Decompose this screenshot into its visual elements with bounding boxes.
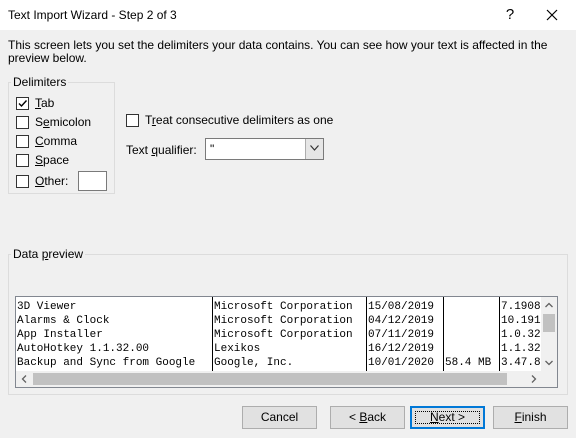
table-row: Alarms & Clock Microsoft Corporation 04/… [16,314,542,328]
next-button[interactable]: Next > [410,406,485,429]
cell-version: 7.1908 [501,301,541,313]
back-button[interactable]: < Back [330,406,405,429]
window-title: Text Import Wizard - Step 2 of 3 [8,8,177,22]
tab-checkbox-box[interactable] [16,96,29,110]
cell-publisher: Lexikos [214,343,261,355]
comma-label: Comma [35,134,78,148]
space-checkbox-box[interactable] [16,153,29,167]
consecutive-label: Treat consecutive delimiters as one [145,113,334,127]
scrollbar-corner [541,371,557,387]
cell-size [444,300,499,314]
semicolon-checkbox[interactable]: Semicolon [16,114,91,130]
text-qualifier-dropdown-button[interactable] [305,139,323,159]
close-button[interactable] [538,4,566,26]
horizontal-scroll-thumb[interactable] [33,373,507,385]
data-preview-grid[interactable]: 3D Viewer Microsoft Corporation 15/08/20… [15,296,558,388]
comma-checkbox[interactable]: Comma [16,133,77,149]
text-qualifier-value: " [210,142,215,156]
cell-name: Alarms & Clock [17,315,110,327]
other-delimiter-input[interactable] [78,171,107,191]
intro-text: This screen lets you set the delimiters … [8,38,548,65]
vertical-scrollbar[interactable] [541,297,557,371]
cell-date: 04/12/2019 [368,315,435,327]
cell-date: 15/08/2019 [368,301,435,313]
table-row: App Installer Microsoft Corporation 07/1… [16,328,542,342]
space-checkbox[interactable]: Space [16,152,69,168]
horizontal-scrollbar[interactable] [16,371,542,387]
cell-version: 10.191 [501,315,541,327]
cell-size [444,314,499,328]
cell-date: 10/01/2020 [368,357,435,369]
cell-version: 1.1.32 [501,343,541,355]
cancel-button[interactable]: Cancel [242,406,317,429]
cell-date: 07/11/2019 [368,329,435,341]
consecutive-delimiters-checkbox[interactable]: Treat consecutive delimiters as one [126,112,333,128]
column-separator [499,297,500,371]
other-label: Other: [35,174,69,188]
table-row: 3D Viewer Microsoft Corporation 15/08/20… [16,300,542,314]
vertical-scroll-thumb[interactable] [543,314,555,332]
focus-ring [415,411,480,424]
cell-name: Backup and Sync from Google [17,357,196,369]
comma-checkbox-box[interactable] [16,134,29,148]
text-qualifier-label: Text qualifier: [126,143,197,157]
cell-name: AutoHotkey 1.1.32.00 [17,343,150,355]
preview-table: 3D Viewer Microsoft Corporation 15/08/20… [16,297,542,371]
other-checkbox-box[interactable] [16,174,29,188]
column-separator [366,297,367,371]
other-checkbox[interactable]: Other: [16,173,68,189]
scroll-down-icon[interactable] [541,356,557,370]
scroll-up-icon[interactable] [541,298,557,312]
title-bar: Text Import Wizard - Step 2 of 3 ? [0,0,576,30]
cell-date: 16/12/2019 [368,343,435,355]
text-qualifier-select[interactable]: " [205,138,324,160]
tab-label-rest: ab [41,96,55,110]
cell-size [444,342,499,356]
data-preview-title: Data preview [11,247,86,261]
cell-size [444,328,499,342]
consecutive-checkbox-box[interactable] [126,113,139,127]
cell-publisher: Microsoft Corporation [214,301,353,313]
scroll-left-icon[interactable] [17,371,31,387]
tab-label: Tab [35,96,55,110]
finish-button[interactable]: Finish [493,406,568,429]
table-row: Backup and Sync from Google Google, Inc.… [16,356,542,370]
cell-publisher: Google, Inc. [214,357,294,369]
semicolon-label: Semicolon [35,115,92,129]
chevron-down-icon [310,145,319,151]
delimiters-group-title: Delimiters [11,75,69,89]
help-button[interactable]: ? [500,4,520,26]
space-label: Space [35,153,70,167]
cell-version: 3.47.8 [501,357,541,369]
cell-name: App Installer [17,329,103,341]
column-separator [443,297,444,371]
cell-size: 58.4 MB [445,357,492,369]
tab-checkbox[interactable]: Tab [16,95,54,111]
column-separator [212,297,213,371]
checkmark-icon [18,99,28,107]
cell-name: 3D Viewer [17,301,77,313]
semicolon-checkbox-box[interactable] [16,115,29,129]
cell-publisher: Microsoft Corporation [214,329,353,341]
cell-version: 1.0.32 [501,329,541,341]
cell-publisher: Microsoft Corporation [214,315,353,327]
table-row: AutoHotkey 1.1.32.00 Lexikos 16/12/2019 … [16,342,542,356]
scroll-right-icon[interactable] [527,371,541,387]
close-icon [546,9,558,21]
